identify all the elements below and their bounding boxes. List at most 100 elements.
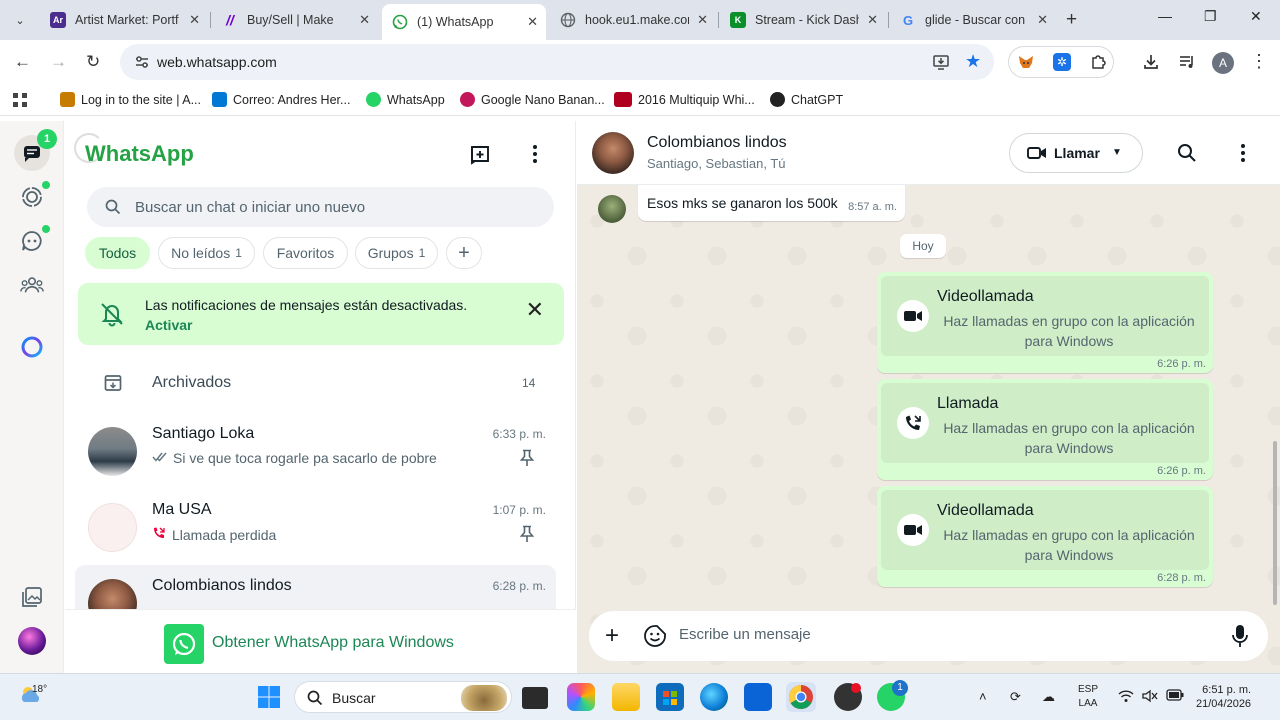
tab-artist-market[interactable]: Ar Artist Market: Portf ✕ [40,4,208,36]
call-message[interactable]: Videollamada Haz llamadas en grupo con l… [877,272,1213,373]
close-window-icon[interactable]: ✕ [1250,8,1262,25]
filter-grupos[interactable]: Grupos 1 [355,237,438,269]
weather-widget[interactable]: 18° [18,681,47,712]
tab-separator [888,12,889,28]
battery-icon[interactable] [1166,689,1184,704]
close-tab-icon[interactable]: ✕ [1037,12,1048,28]
copilot-icon[interactable] [567,683,595,711]
restore-icon[interactable]: ❐ [1204,8,1217,25]
address-bar[interactable]: web.whatsapp.com ★ [120,44,994,80]
call-message[interactable]: Videollamada Haz llamadas en grupo con l… [877,486,1213,587]
bookmark-item[interactable]: Google Nano Banan... [460,92,605,107]
chat-item-colombianos-lindos[interactable]: Colombianos lindos 6:28 p. m. [75,565,556,609]
file-explorer-icon[interactable] [612,683,640,711]
outlook-icon[interactable] [744,683,772,711]
back-button[interactable]: ← [14,52,31,72]
chrome-active-bg[interactable] [786,682,816,712]
filter-no-leidos[interactable]: No leídos 1 [158,237,255,269]
notification-dot [851,683,861,693]
windows-taskbar: 18° Buscar 1 ˄ ⟳ ☁ ESP LAA 6:51 p. m. 21… [0,673,1280,720]
channels-icon[interactable] [20,229,44,253]
close-banner-icon[interactable]: ✕ [526,297,544,323]
incoming-message[interactable]: Sebastian Esos mks se ganaron los 500k 8… [638,176,905,221]
install-app-icon[interactable] [932,53,950,76]
tab-google-search[interactable]: G glide - Buscar con ✕ [890,4,1056,36]
add-filter-button[interactable]: + [446,237,482,269]
taskbar-search[interactable]: Buscar [294,681,512,713]
windows-start-icon[interactable] [257,685,281,714]
archived-row[interactable]: Archivados 14 [65,357,565,409]
tab-hook-make[interactable]: hook.eu1.make.cor ✕ [550,4,716,36]
call-message[interactable]: Llamada Haz llamadas en grupo con la apl… [877,379,1213,480]
communities-icon[interactable] [20,273,44,297]
search-icon[interactable] [1177,143,1197,168]
reload-button[interactable]: ↻ [86,52,100,72]
chat-item-ma-usa[interactable]: Ma USA 1:07 p. m. Llamada perdida [75,489,556,565]
task-view-icon[interactable] [522,687,548,709]
sender-avatar[interactable] [598,195,626,223]
tab-make[interactable]: // Buy/Sell | Make ✕ [212,4,378,36]
bookmark-star-icon[interactable]: ★ [965,51,981,72]
minimize-icon[interactable]: — [1158,8,1172,24]
extension-gear-icon[interactable]: ✲ [1053,53,1071,71]
wifi-icon[interactable] [1118,689,1134,706]
browser-menu-icon[interactable]: ⋮ [1250,51,1268,72]
apps-grid-icon[interactable] [12,92,28,108]
search-input[interactable]: Buscar un chat o iniciar uno nuevo [87,187,554,227]
microsoft-store-icon[interactable] [656,683,684,711]
bookmark-item[interactable]: 2016 Multiquip Whi... [614,92,755,107]
conversation-scrollbar[interactable] [1272,185,1278,605]
bookmark-item[interactable]: Log in to the site | A... [60,92,201,107]
activate-notifications-link[interactable]: Activar [145,317,192,333]
close-tab-icon[interactable]: ✕ [359,12,370,28]
call-button[interactable]: Llamar ▼ [1009,133,1143,173]
metamask-icon[interactable] [1017,53,1035,76]
network-cloud-icon[interactable]: ☁ [1042,689,1055,705]
profile-avatar[interactable]: A [1212,52,1234,74]
message-input[interactable]: Escribe un mensaje [679,626,811,643]
get-app-banner[interactable]: Obtener WhatsApp para Windows [65,609,576,673]
scrollbar-thumb[interactable] [1273,441,1277,605]
menu-icon[interactable] [1239,142,1247,169]
close-tab-icon[interactable]: ✕ [697,12,708,28]
meta-ai-icon[interactable] [20,335,44,359]
status-icon[interactable] [20,185,44,209]
extensions-puzzle-icon[interactable] [1089,52,1109,77]
tab-kick[interactable]: K Stream - Kick Dash ✕ [720,4,886,36]
filter-favoritos[interactable]: Favoritos [263,237,348,269]
onedrive-sync-icon[interactable]: ⟳ [1010,689,1021,705]
site-info-icon[interactable] [134,54,150,70]
menu-icon[interactable] [531,143,539,170]
edge-icon[interactable] [700,683,728,711]
new-chat-icon[interactable] [469,143,491,170]
attach-plus-icon[interactable]: + [605,622,619,650]
media-gallery-icon[interactable] [20,585,44,609]
close-tab-icon[interactable]: ✕ [867,12,878,28]
profile-avatar[interactable] [18,627,46,655]
sticker-icon[interactable] [643,624,667,653]
close-tab-icon[interactable]: ✕ [189,12,200,28]
tab-separator [210,12,211,28]
bookmark-item[interactable]: Correo: Andres Her... [212,92,350,107]
volume-muted-icon[interactable] [1142,689,1158,706]
close-tab-icon[interactable]: ✕ [527,14,538,30]
group-name[interactable]: Colombianos lindos [647,134,787,152]
forward-button[interactable]: → [50,52,67,72]
bookmark-item[interactable]: WhatsApp [366,92,445,107]
taskbar-clock[interactable]: 6:51 p. m. 21/04/2026 [1196,683,1251,711]
chat-item-santiago-loka[interactable]: Santiago Loka 6:33 p. m. Si ve que toca … [75,413,556,489]
bell-off-icon [98,300,126,333]
filter-todos[interactable]: Todos [85,237,150,269]
whatsapp-logo: WhatsApp [85,141,194,166]
group-avatar[interactable] [592,132,634,174]
media-controls-icon[interactable] [1178,53,1196,76]
url-text[interactable]: web.whatsapp.com [157,54,277,70]
microphone-icon[interactable] [1232,624,1248,653]
new-tab-button[interactable]: + [1066,9,1077,31]
input-language[interactable]: ESP LAA [1078,683,1098,711]
bookmark-item[interactable]: ChatGPT [770,92,843,107]
tab-whatsapp[interactable]: (1) WhatsApp ✕ [382,4,546,40]
chevron-up-icon[interactable]: ˄ [979,689,987,704]
download-icon[interactable] [1142,53,1160,76]
tab-search-button[interactable]: ⌄ [8,8,32,32]
